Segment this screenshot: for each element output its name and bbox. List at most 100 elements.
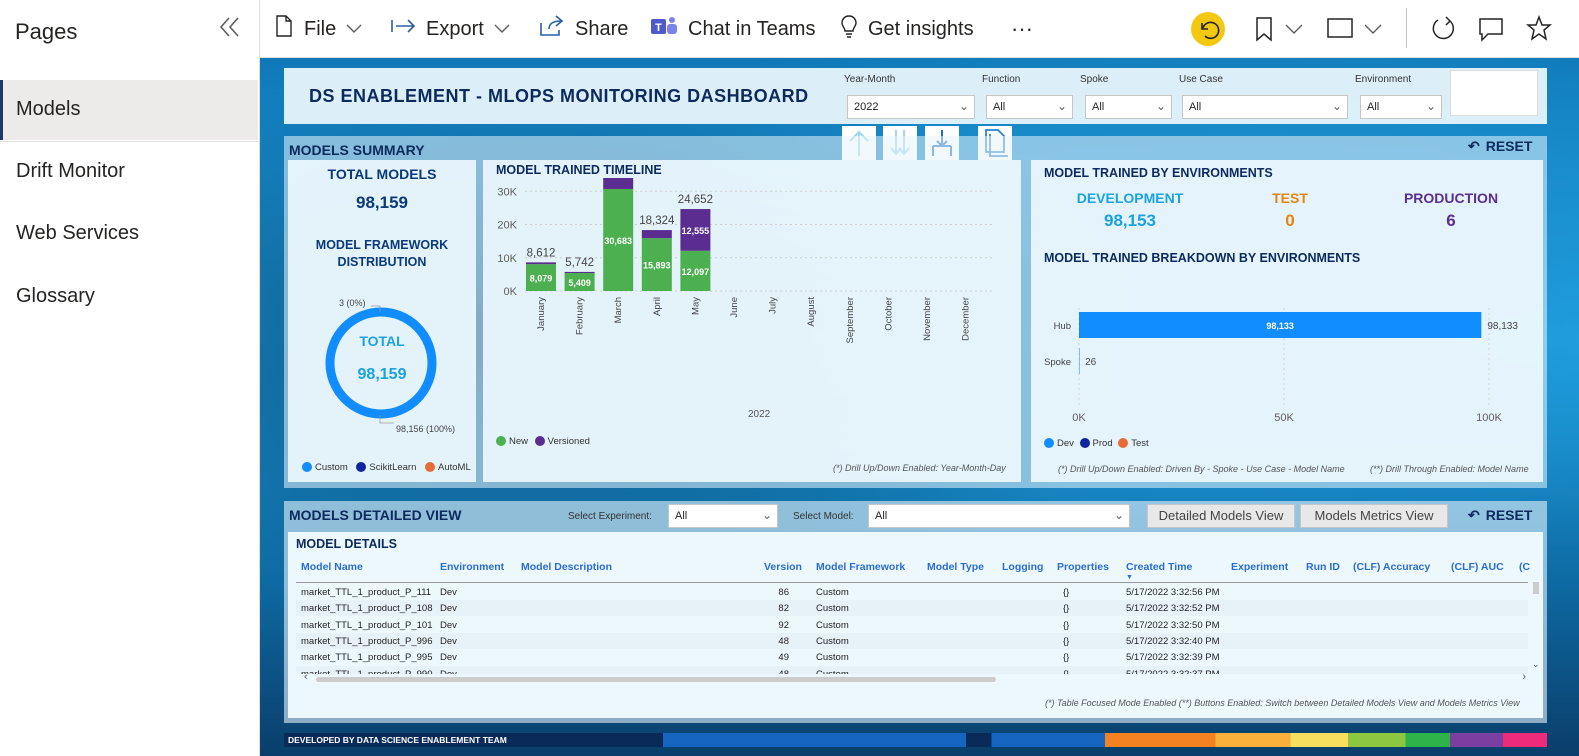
share-button[interactable]: Share: [539, 0, 628, 58]
bar-versioned[interactable]: [564, 271, 595, 274]
chevron-down-icon: ⌄: [1113, 508, 1124, 522]
bar-versioned[interactable]: [603, 178, 634, 189]
table-row[interactable]: market_TTL_1_product_P_111 Dev 86 Custom {} 5…: [296, 584, 1528, 600]
x-tick-label: 50K: [1274, 412, 1294, 424]
table-row[interactable]: market_TTL_1_product_P_996 Dev 48 Custom {} 5…: [296, 632, 1528, 649]
slicer-value: All: [1367, 101, 1380, 113]
timeline-title: MODEL TRAINED TIMELINE: [496, 163, 662, 177]
x-tick-label: December: [961, 297, 972, 341]
table-cell: Custom: [816, 635, 849, 647]
export-label: Export: [426, 17, 484, 40]
table-cell: {}: [1063, 635, 1070, 647]
collapse-pane-icon[interactable]: [216, 14, 244, 42]
legend-dev: Dev: [1057, 438, 1074, 449]
table-row[interactable]: market_TTL_1_product_P_108 Dev 82 Custom {} 5…: [296, 600, 1528, 617]
bar-new-label: 5,409: [568, 278, 591, 288]
chevron-down-icon[interactable]: [1285, 23, 1303, 41]
environment-slicer[interactable]: All ⌄: [1360, 95, 1442, 119]
chevron-right-icon[interactable]: ›: [1522, 671, 1526, 683]
bar-versioned[interactable]: [526, 262, 556, 265]
chevron-down-icon[interactable]: ⌄: [1532, 659, 1540, 670]
col-clf-accuracy[interactable]: (CLF) Accuracy: [1353, 561, 1430, 573]
table-cell: market_TTL_1_product_P_111: [301, 587, 432, 598]
file-menu[interactable]: File: [274, 0, 362, 58]
table-cell: 92: [778, 619, 789, 631]
col-clf-auc[interactable]: (CLF) AUC: [1451, 561, 1504, 573]
table-cell: Dev: [440, 619, 457, 631]
export-menu[interactable]: Export: [390, 0, 510, 58]
refresh-icon[interactable]: [1430, 15, 1456, 48]
comment-icon[interactable]: [1478, 16, 1504, 47]
reset-button[interactable]: ↶ RESET: [1468, 138, 1532, 155]
col-clf-more[interactable]: (C: [1519, 561, 1530, 573]
col-run-id[interactable]: Run ID: [1306, 561, 1340, 573]
function-slicer[interactable]: All ⌄: [986, 95, 1073, 119]
table-body: market_TTL_1_product_P_111 Dev 86 Custom {} 5…: [296, 584, 1528, 674]
table-row[interactable]: market_TTL_1_product_P_990 Dev 48 Custom{} 5…: [296, 665, 1528, 674]
use-case-slicer[interactable]: All ⌄: [1182, 95, 1348, 119]
timeline-chart[interactable]: 0K10K20K30K40K8,0798,612January5,4095,74…: [483, 178, 1021, 418]
models-summary-title: MODELS SUMMARY: [289, 142, 425, 158]
col-environment[interactable]: Environment: [440, 561, 504, 573]
bar-total-label: 8,612: [527, 247, 556, 259]
framework-donut-chart[interactable]: [288, 293, 476, 433]
bookmark-icon[interactable]: [1254, 16, 1274, 47]
breakdown-chart[interactable]: 0K 50K 100K Hub 98,133 Spoke 26 98,133: [1031, 288, 1543, 428]
select-experiment-dropdown[interactable]: All ⌄: [668, 504, 778, 528]
legend-test: Test: [1131, 438, 1149, 449]
select-model-dropdown[interactable]: All ⌄: [868, 504, 1130, 528]
reset-button[interactable]: ↶ RESET: [1468, 507, 1532, 524]
reset-to-default-icon[interactable]: [1191, 12, 1225, 46]
chat-in-teams-button[interactable]: T Chat in Teams: [650, 0, 815, 58]
col-experiment[interactable]: Experiment: [1231, 561, 1288, 573]
models-metrics-view-button[interactable]: Models Metrics View: [1300, 504, 1448, 528]
table-cell: Dev: [440, 635, 457, 647]
donut-slice-custom[interactable]: [325, 307, 437, 419]
breakdown-bar[interactable]: [1079, 348, 1080, 374]
table-row[interactable]: market_TTL_1_product_P_995 Dev 49 Custom {} 5…: [296, 649, 1528, 665]
chevron-left-icon[interactable]: ‹: [304, 671, 308, 683]
col-created-time[interactable]: Created Time: [1126, 561, 1192, 573]
page-item-web-services[interactable]: Web Services: [0, 204, 258, 264]
table-row[interactable]: market_TTL_1_product_P_101 Dev 92 Custom {} 5…: [296, 617, 1528, 633]
col-model-framework[interactable]: Model Framework: [816, 561, 905, 573]
table-cell: market_TTL_1_product_P_101: [301, 619, 433, 631]
scrollbar-thumb[interactable]: [1533, 582, 1539, 594]
sort-desc-icon[interactable]: ▼: [1126, 574, 1133, 581]
models-detailed-view-title: MODELS DETAILED VIEW: [289, 507, 462, 523]
table-cell: 5/17/2022 3:32:40 PM: [1126, 635, 1220, 647]
col-model-type[interactable]: Model Type: [927, 561, 984, 573]
col-logging[interactable]: Logging: [1002, 561, 1043, 573]
test-label: TEST: [1272, 190, 1308, 206]
chevron-down-icon[interactable]: [1364, 23, 1382, 41]
x-tick-label: November: [922, 297, 933, 341]
page-item-drift-monitor[interactable]: Drift Monitor: [0, 142, 258, 202]
year-month-slicer[interactable]: 2022 ⌄: [847, 95, 975, 119]
page-item-models[interactable]: Models: [0, 80, 258, 140]
favorite-star-icon[interactable]: [1525, 14, 1553, 46]
col-model-name[interactable]: Model Name: [301, 561, 363, 573]
logo-box: [1450, 70, 1538, 116]
horizontal-scrollbar[interactable]: ‹ ›: [304, 671, 1526, 684]
chevron-down-icon: ⌄: [1425, 99, 1436, 113]
col-properties[interactable]: Properties: [1057, 561, 1109, 573]
breakdown-legend: Dev Prod Test: [1044, 438, 1149, 449]
legend-dot-test: [1118, 438, 1129, 449]
col-model-description[interactable]: Model Description: [521, 561, 612, 573]
vertical-scrollbar[interactable]: ⌄: [1532, 582, 1540, 670]
more-options-button[interactable]: ···: [1011, 0, 1033, 58]
spoke-slicer[interactable]: All ⌄: [1085, 95, 1172, 119]
table-header-divider: [296, 582, 1528, 583]
legend-scikitlearn: ScikitLearn: [369, 462, 417, 473]
detailed-models-view-button[interactable]: Detailed Models View: [1147, 504, 1295, 528]
view-icon[interactable]: [1327, 17, 1353, 44]
bar-versioned[interactable]: [641, 230, 672, 239]
table-cell: 5/17/2022 3:32:50 PM: [1126, 619, 1220, 631]
select-experiment-label: Select Experiment:: [568, 511, 652, 522]
slicer-value: All: [993, 101, 1006, 113]
scrollbar-thumb[interactable]: [316, 677, 996, 682]
legend-dot-custom: [302, 462, 312, 473]
col-version[interactable]: Version: [764, 561, 802, 573]
get-insights-button[interactable]: Get insights: [840, 0, 974, 58]
page-item-glossary[interactable]: Glossary: [0, 267, 258, 327]
